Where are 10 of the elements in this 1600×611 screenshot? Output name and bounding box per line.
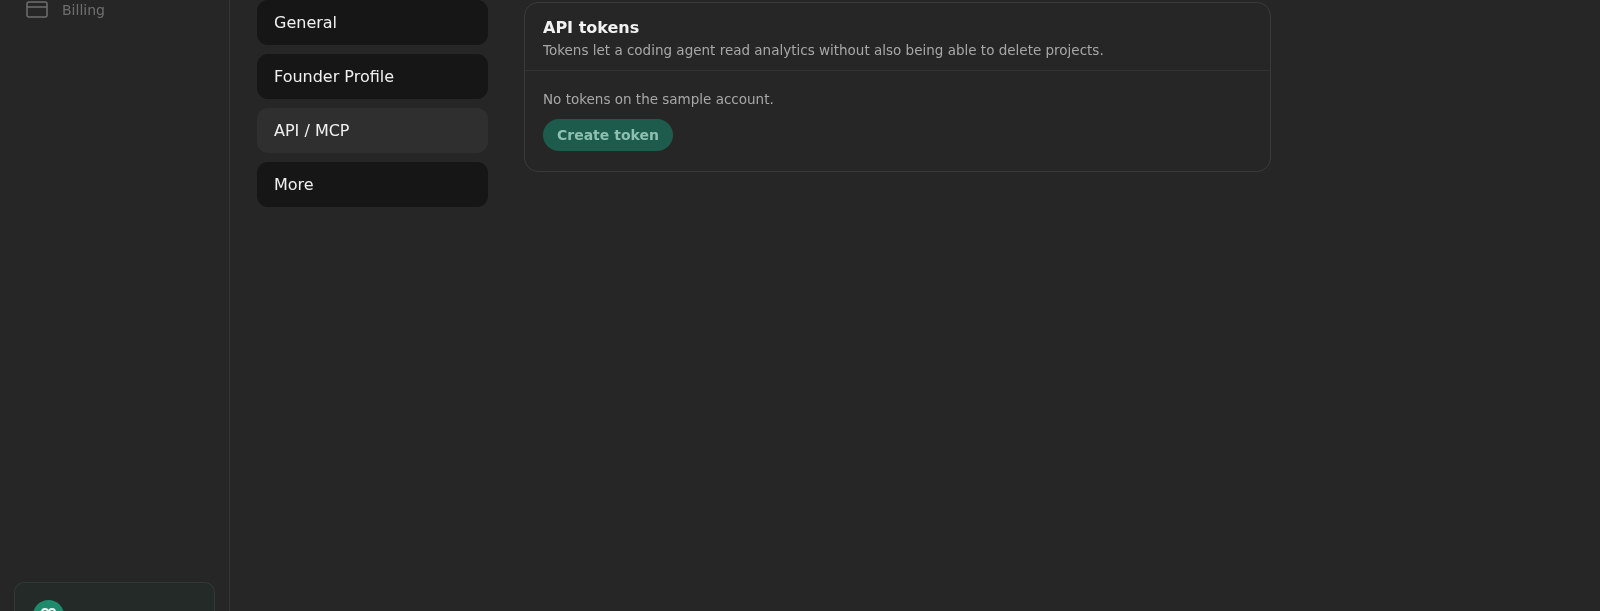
empty-message: No tokens on the sample account. [543, 91, 775, 107]
settings-tab[interactable]: API / MCP [257, 108, 488, 153]
credit-card-icon [26, 1, 48, 18]
settings-tab[interactable]: More [257, 162, 488, 207]
account-card[interactable] [14, 582, 215, 611]
create-token-button[interactable]: Create token [543, 119, 673, 151]
settings-tab[interactable]: Founder Profile [257, 54, 488, 99]
settings-tab[interactable]: General [257, 0, 488, 45]
card-description: Tokens let a coding agent read analytics without also being able to delete projects. [543, 42, 1105, 58]
card-title: API tokens [543, 18, 641, 37]
